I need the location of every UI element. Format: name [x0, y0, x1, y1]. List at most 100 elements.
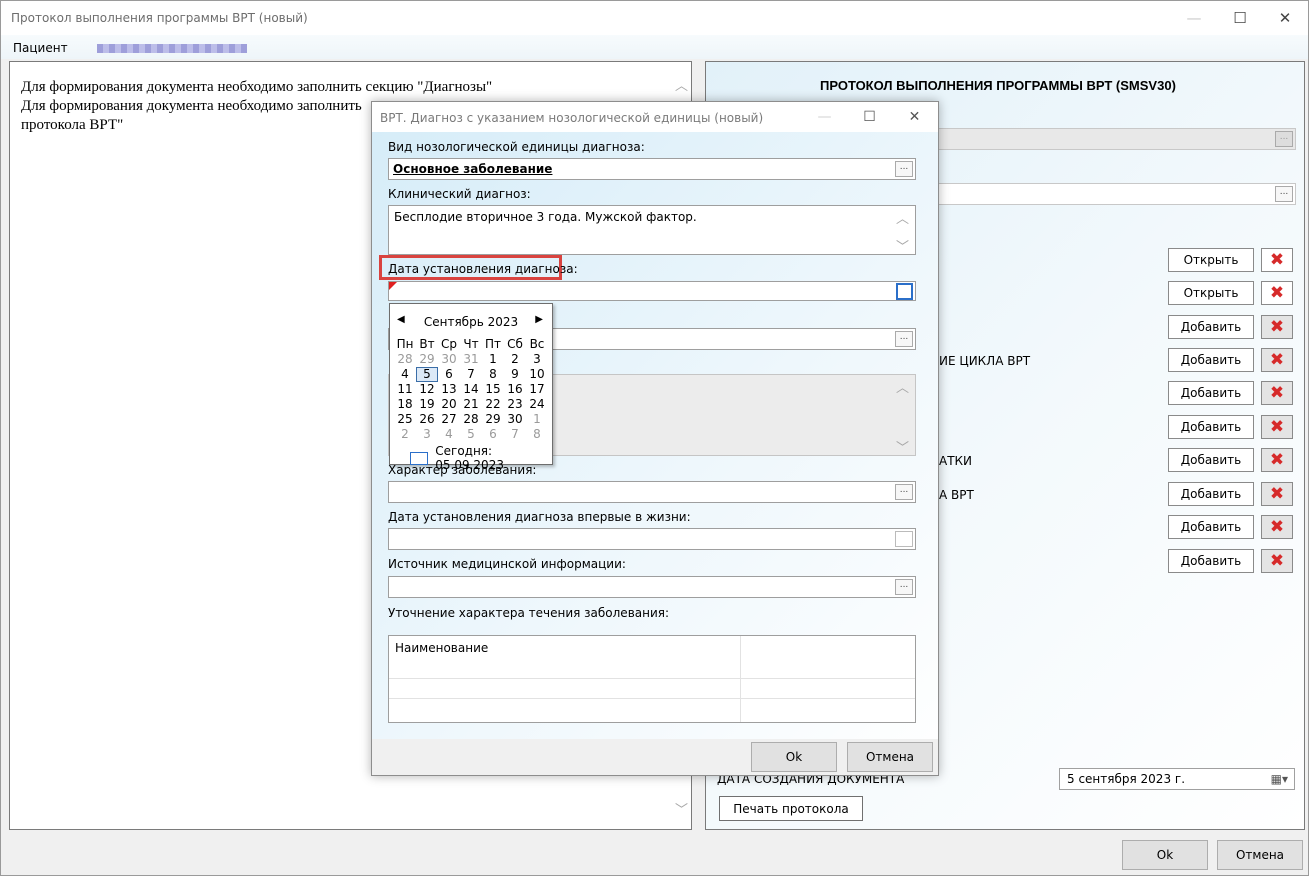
calendar-day[interactable]: 3 — [526, 352, 548, 367]
delete-button[interactable]: ✖ — [1261, 281, 1293, 305]
nosology-field[interactable]: Основное заболевание ... — [388, 158, 916, 180]
calendar-day[interactable]: 22 — [482, 397, 504, 412]
delete-button[interactable]: ✖ — [1261, 381, 1293, 405]
delete-button[interactable]: ✖ — [1261, 549, 1293, 573]
calendar-day[interactable]: 28 — [460, 412, 482, 427]
delete-button[interactable]: ✖ — [1261, 448, 1293, 472]
open-button[interactable]: Открыть — [1168, 281, 1254, 305]
calendar-day[interactable]: 11 — [394, 382, 416, 397]
maximize-button[interactable]: ☐ — [1217, 1, 1263, 35]
delete-button[interactable]: ✖ — [1261, 482, 1293, 506]
add-button[interactable]: Добавить — [1168, 381, 1254, 405]
scroll-down-icon[interactable]: ﹀ — [675, 799, 688, 818]
clinical-diagnosis-textarea[interactable]: Бесплодие вторичное 3 года. Мужской факт… — [388, 205, 916, 255]
calendar-day[interactable]: 4 — [438, 427, 460, 442]
dialog-close-button[interactable]: ✕ — [892, 102, 937, 132]
calendar-day[interactable]: 27 — [438, 412, 460, 427]
calendar-day[interactable]: 8 — [482, 367, 504, 382]
calendar-day[interactable]: 7 — [460, 367, 482, 382]
dialog-ok-button[interactable]: Ok — [751, 742, 837, 772]
ok-button[interactable]: Ok — [1122, 840, 1208, 870]
calendar-dropdown-icon[interactable]: ▦▾ — [1271, 772, 1288, 786]
delete-button[interactable]: ✖ — [1261, 248, 1293, 272]
ellipsis-icon[interactable]: ... — [1275, 131, 1293, 147]
ellipsis-icon[interactable]: ... — [895, 484, 913, 500]
dialog-maximize-button[interactable]: ☐ — [847, 102, 892, 132]
close-button[interactable]: ✕ — [1262, 1, 1308, 35]
diagnosis-date-input[interactable] — [388, 281, 916, 301]
add-button[interactable]: Добавить — [1168, 415, 1254, 439]
calendar-day[interactable]: 9 — [504, 367, 526, 382]
calendar-day[interactable]: 18 — [394, 397, 416, 412]
scroll-down-icon[interactable]: ﹀ — [896, 236, 909, 255]
calendar-day[interactable]: 1 — [526, 412, 548, 427]
add-button[interactable]: Добавить — [1168, 482, 1254, 506]
calendar-day[interactable]: 7 — [504, 427, 526, 442]
scroll-up-icon[interactable]: ︿ — [896, 377, 909, 396]
calendar-day[interactable]: 16 — [504, 382, 526, 397]
calendar-day[interactable]: 14 — [460, 382, 482, 397]
calendar-day[interactable]: 6 — [438, 367, 460, 382]
add-button[interactable]: Добавить — [1168, 315, 1254, 339]
print-protocol-button[interactable]: Печать протокола — [719, 796, 863, 821]
dialog-cancel-button[interactable]: Отмена — [847, 742, 933, 772]
calendar-day[interactable]: 20 — [438, 397, 460, 412]
calendar-day[interactable]: 30 — [438, 352, 460, 367]
calendar-day[interactable]: 3 — [416, 427, 438, 442]
calendar-day[interactable]: 2 — [394, 427, 416, 442]
delete-button[interactable]: ✖ — [1261, 415, 1293, 439]
calendar-day[interactable]: 12 — [416, 382, 438, 397]
calendar-month-year[interactable]: Сентябрь 2023 — [390, 315, 552, 329]
protocol-field-2[interactable]: ... — [938, 183, 1296, 205]
calendar-day[interactable]: 2 — [504, 352, 526, 367]
calendar-day[interactable]: 15 — [482, 382, 504, 397]
cancel-button[interactable]: Отмена — [1217, 840, 1303, 870]
calendar-day[interactable]: 6 — [482, 427, 504, 442]
character-field[interactable]: ... — [388, 481, 916, 503]
calendar-day[interactable]: 13 — [438, 382, 460, 397]
calendar-day[interactable]: 4 — [394, 367, 416, 382]
scroll-down-icon[interactable]: ﹀ — [896, 437, 909, 456]
doc-date-picker[interactable]: 5 сентября 2023 г. ▦▾ — [1059, 768, 1295, 790]
calendar-day[interactable]: 5 — [416, 367, 438, 382]
source-field[interactable]: ... — [388, 576, 916, 598]
add-button[interactable]: Добавить — [1168, 549, 1254, 573]
calendar-day[interactable]: 8 — [526, 427, 548, 442]
calendar-day[interactable]: 31 — [460, 352, 482, 367]
delete-button[interactable]: ✖ — [1261, 515, 1293, 539]
calendar-day[interactable]: 24 — [526, 397, 548, 412]
add-button[interactable]: Добавить — [1168, 348, 1254, 372]
delete-button[interactable]: ✖ — [1261, 315, 1293, 339]
calendar-day[interactable]: 26 — [416, 412, 438, 427]
calendar-day[interactable]: 1 — [482, 352, 504, 367]
protocol-field-1[interactable]: ... — [938, 128, 1296, 150]
calendar-day[interactable]: 5 — [460, 427, 482, 442]
dialog-minimize-button[interactable]: — — [802, 102, 847, 132]
scroll-up-icon[interactable]: ︿ — [896, 208, 909, 227]
calendar-day[interactable]: 29 — [482, 412, 504, 427]
clarification-grid[interactable]: Наименование — [388, 635, 916, 723]
ellipsis-icon[interactable]: ... — [1275, 186, 1293, 202]
open-button[interactable]: Открыть — [1168, 248, 1254, 272]
calendar-day[interactable]: 29 — [416, 352, 438, 367]
ellipsis-icon[interactable]: ... — [895, 161, 913, 177]
minimize-button[interactable]: — — [1171, 1, 1217, 35]
calendar-day[interactable]: 19 — [416, 397, 438, 412]
calendar-day[interactable]: 23 — [504, 397, 526, 412]
delete-button[interactable]: ✖ — [1261, 348, 1293, 372]
calendar-day[interactable]: 21 — [460, 397, 482, 412]
add-button[interactable]: Добавить — [1168, 448, 1254, 472]
calendar-day[interactable]: 28 — [394, 352, 416, 367]
calendar-day[interactable]: 25 — [394, 412, 416, 427]
calendar-day[interactable]: 30 — [504, 412, 526, 427]
checkbox-icon[interactable] — [895, 531, 913, 547]
calendar-day[interactable]: 17 — [526, 382, 548, 397]
scroll-up-icon[interactable]: ︿ — [675, 75, 688, 94]
ellipsis-icon[interactable]: ... — [895, 579, 913, 595]
add-button[interactable]: Добавить — [1168, 515, 1254, 539]
next-month-icon[interactable]: ▶ — [535, 314, 543, 325]
first-date-field[interactable] — [388, 528, 916, 550]
today-link[interactable]: Сегодня: 05.09.2023 — [410, 444, 552, 472]
date-checkbox[interactable] — [896, 283, 913, 300]
calendar-day[interactable]: 10 — [526, 367, 548, 382]
